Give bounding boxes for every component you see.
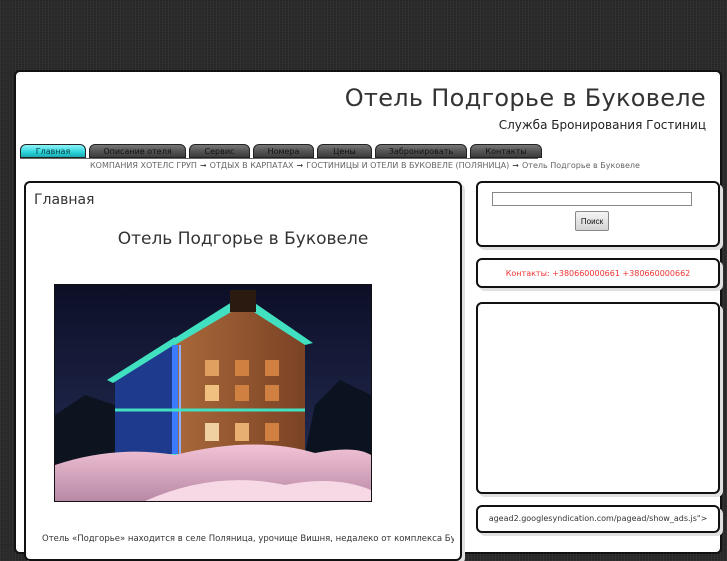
search-panel: Поиск	[476, 181, 720, 247]
article-text: Отель «Подгорье» находится в селе Поляни…	[42, 534, 454, 544]
tab-home[interactable]: Главная	[20, 144, 86, 158]
page-container: Отель Подгорье в Буковеле Служба Брониро…	[14, 70, 722, 561]
breadcrumb-item-carpathians[interactable]: ОТДЫХ В КАРПАТАХ	[210, 161, 294, 170]
tab-contacts[interactable]: Контакты	[470, 144, 542, 158]
contacts-panel: Контакты: +380660000661 +380660000662	[476, 258, 720, 288]
breadcrumb-item-company[interactable]: КОМПАНИЯ ХОТЕЛС ГРУП	[90, 161, 197, 170]
script-text: agead2.googlesyndication.com/pagead/show…	[488, 514, 708, 523]
search-input[interactable]	[492, 192, 692, 206]
nav-divider	[20, 158, 538, 159]
hotel-photo-icon	[55, 285, 371, 501]
page-heading: Главная	[34, 192, 95, 208]
article-title: Отель Подгорье в Буковеле	[117, 229, 369, 249]
breadcrumb: КОМПАНИЯ ХОТЕЛС ГРУП ➞ ОТДЫХ В КАРПАТАХ ➞ ГО…	[90, 161, 640, 170]
breadcrumb-item-bukovel-hotels[interactable]: ГОСТИНИЦЫ И ОТЕЛИ В БУКОВЕЛЕ (ПОЛЯНИЦА)	[306, 161, 509, 170]
main-content-panel: Главная Отель Подгорье в Буковеле Отель …	[24, 181, 462, 561]
breadcrumb-item-current: Отель Подгорье в Буковеле	[522, 161, 640, 170]
main-nav: Главная Описание отеля Сервис Номера Цен…	[20, 144, 542, 158]
tab-service[interactable]: Сервис	[189, 144, 250, 158]
script-panel: agead2.googlesyndication.com/pagead/show…	[476, 505, 720, 533]
contacts-text: Контакты: +380660000661 +380660000662	[505, 269, 691, 278]
tab-hotel-description[interactable]: Описание отеля	[89, 144, 186, 158]
ad-panel	[476, 302, 720, 494]
tab-prices[interactable]: Цены	[317, 144, 372, 158]
tab-rooms[interactable]: Номера	[253, 144, 314, 158]
site-title: Отель Подгорье в Буковеле	[344, 84, 706, 112]
site-subtitle: Служба Бронирования Гостиниц	[498, 118, 706, 132]
tab-booking[interactable]: Забронировать	[375, 144, 467, 158]
search-button[interactable]: Поиск	[575, 211, 609, 231]
breadcrumb-separator-icon: ➞	[199, 161, 207, 170]
breadcrumb-separator-icon: ➞	[296, 161, 304, 170]
breadcrumb-separator-icon: ➞	[512, 161, 519, 170]
hotel-photo	[54, 284, 372, 502]
